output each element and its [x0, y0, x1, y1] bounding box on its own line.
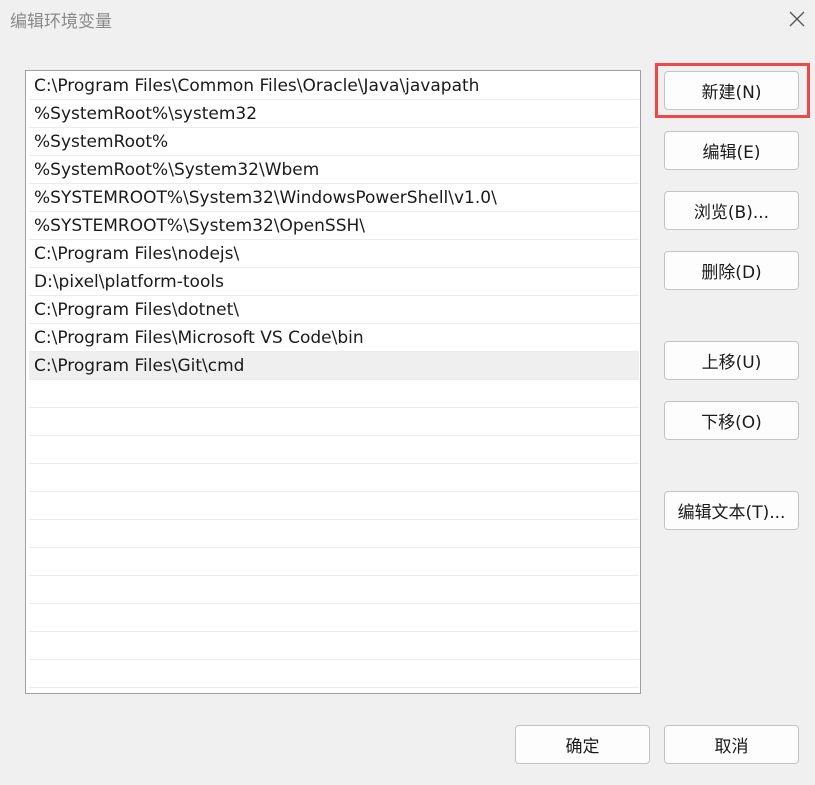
list-item-label: %SystemRoot%\System32\Wbem [34, 160, 320, 180]
empty-row [29, 576, 639, 604]
empty-row [29, 436, 639, 464]
cancel-button[interactable]: 取消 [664, 725, 799, 764]
list-item[interactable]: C:\Program Files\Microsoft VS Code\bin [29, 324, 639, 352]
close-button[interactable] [780, 2, 814, 36]
empty-row [29, 548, 639, 576]
edit-text-button[interactable]: 编辑文本(T)... [664, 491, 799, 530]
list-item-label: %SystemRoot%\system32 [34, 104, 258, 124]
empty-row [29, 660, 639, 688]
list-item[interactable]: C:\Program Files\nodejs\ [29, 240, 639, 268]
list-item-label: C:\Program Files\nodejs\ [34, 244, 240, 264]
empty-row [29, 492, 639, 520]
list-item[interactable]: %SystemRoot%\system32 [29, 100, 639, 128]
path-list[interactable]: C:\Program Files\Common Files\Oracle\Jav… [25, 70, 641, 694]
empty-row [29, 604, 639, 632]
move-up-button[interactable]: 上移(U) [664, 341, 799, 380]
empty-row [29, 632, 639, 660]
list-item[interactable]: C:\Program Files\dotnet\ [29, 296, 639, 324]
empty-row [29, 520, 639, 548]
list-item-label: C:\Program Files\Microsoft VS Code\bin [34, 328, 364, 348]
list-item-label: %SystemRoot% [34, 132, 169, 152]
delete-button[interactable]: 删除(D) [664, 251, 799, 290]
window-title: 编辑环境变量 [10, 12, 112, 32]
browse-button[interactable]: 浏览(B)... [664, 191, 799, 230]
edit-button[interactable]: 编辑(E) [664, 131, 799, 170]
list-item-label: C:\Program Files\Common Files\Oracle\Jav… [34, 76, 480, 96]
list-item[interactable]: C:\Program Files\Common Files\Oracle\Jav… [29, 72, 639, 100]
list-item[interactable]: %SystemRoot% [29, 128, 639, 156]
title-bar: 编辑环境变量 [0, 0, 815, 40]
list-item[interactable]: %SYSTEMROOT%\System32\OpenSSH\ [29, 212, 639, 240]
empty-row [29, 380, 639, 408]
ok-button[interactable]: 确定 [515, 725, 650, 764]
close-icon [789, 11, 805, 27]
list-item-label: %SYSTEMROOT%\System32\WindowsPowerShell\… [34, 188, 497, 208]
new-button[interactable]: 新建(N) [664, 71, 799, 110]
empty-row [29, 408, 639, 436]
list-item[interactable]: C:\Program Files\Git\cmd [29, 352, 639, 380]
move-down-button[interactable]: 下移(O) [664, 401, 799, 440]
list-item-label: C:\Program Files\dotnet\ [34, 300, 239, 320]
list-item-label: D:\pixel\platform-tools [34, 272, 224, 292]
empty-row [29, 464, 639, 492]
list-item[interactable]: %SYSTEMROOT%\System32\WindowsPowerShell\… [29, 184, 639, 212]
list-item-label: C:\Program Files\Git\cmd [34, 356, 245, 376]
list-item-label: %SYSTEMROOT%\System32\OpenSSH\ [34, 216, 366, 236]
list-item[interactable]: D:\pixel\platform-tools [29, 268, 639, 296]
list-item[interactable]: %SystemRoot%\System32\Wbem [29, 156, 639, 184]
